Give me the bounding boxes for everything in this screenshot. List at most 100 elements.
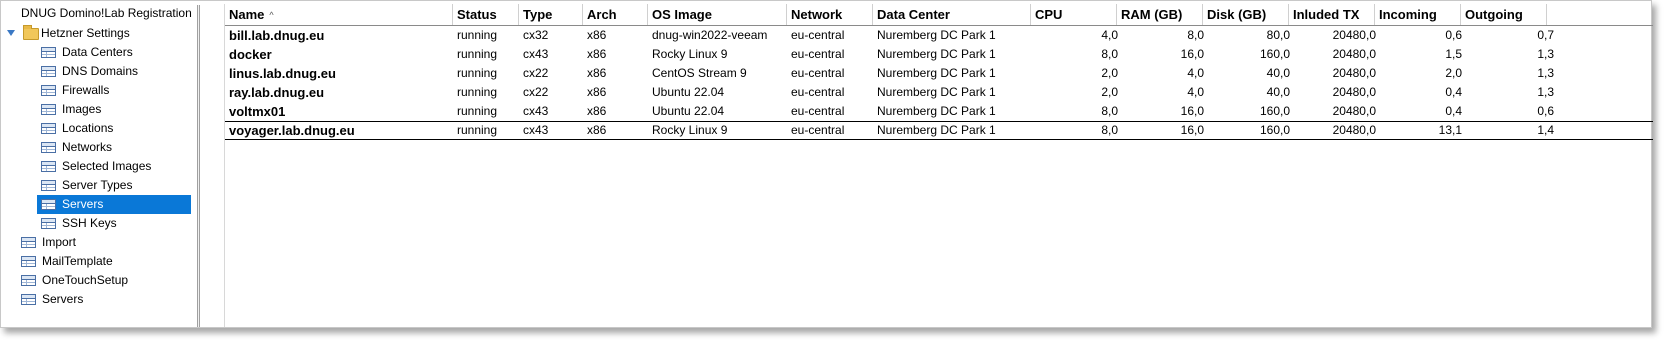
cell-included-tx: 20480,0 [1332,66,1376,80]
nav-label: Import [42,235,77,249]
view-icon [41,85,56,96]
table-row[interactable]: bill.lab.dnug.eu running cx32 x86 dnug-win20… [225,26,1653,45]
nav-label: Servers [62,197,104,211]
nav-label: Selected Images [62,159,152,173]
cell-data-center: Nuremberg DC Park 1 [877,85,996,99]
column-header-status[interactable]: Status [453,4,519,25]
cell-ram: 4,0 [1187,66,1204,80]
view-icon [21,256,36,267]
nav-label: OneTouchSetup [42,273,129,287]
column-header-arch[interactable]: Arch [583,4,648,25]
cell-cpu: 8,0 [1101,104,1118,118]
cell-ram: 4,0 [1187,85,1204,99]
cell-status: running [457,47,498,61]
cell-outgoing: 1,3 [1537,66,1554,80]
column-header-ram[interactable]: RAM (GB) [1117,4,1203,25]
nav-item-images[interactable]: Images [1,100,197,119]
nav-item-ssh-keys[interactable]: SSH Keys [1,214,197,233]
cell-disk: 160,0 [1259,104,1290,118]
column-header-cpu[interactable]: CPU [1031,4,1117,25]
cell-disk: 160,0 [1259,123,1290,137]
cell-network: eu-central [791,28,845,42]
cell-cpu: 8,0 [1101,47,1118,61]
cell-type: cx43 [523,123,549,137]
cell-arch: x86 [587,123,607,137]
cell-outgoing: 1,3 [1537,85,1554,99]
nav-item-selected-images[interactable]: Selected Images [1,157,197,176]
cell-included-tx: 20480,0 [1332,28,1376,42]
expand-arrow-icon[interactable] [7,30,15,36]
column-header-disk[interactable]: Disk (GB) [1203,4,1289,25]
cell-outgoing: 1,3 [1537,47,1554,61]
cell-status: running [457,85,498,99]
column-header-outgoing[interactable]: Outgoing [1461,4,1547,25]
cell-name: linus.lab.dnug.eu [229,66,336,81]
cell-data-center: Nuremberg DC Park 1 [877,28,996,42]
cell-data-center: Nuremberg DC Park 1 [877,47,996,61]
table-row[interactable]: docker running cx43 x86 Rocky Linux 9 eu-cent… [225,45,1653,64]
table-row[interactable]: voyager.lab.dnug.eu running cx43 x86 Rocky L… [225,121,1653,140]
nav-item-data-centers[interactable]: Data Centers [1,43,197,62]
row-selection-margin[interactable] [201,4,225,327]
nav-item-locations[interactable]: Locations [1,119,197,138]
nav-item-import[interactable]: Import [1,233,197,252]
servers-view: Name ^ Status Type Arch OS Image Network … [225,4,1653,327]
cell-status: running [457,123,498,137]
nav-item-firewalls[interactable]: Firewalls [1,81,197,100]
cell-cpu: 8,0 [1101,123,1118,137]
cell-name: voyager.lab.dnug.eu [229,123,355,138]
nav-item-networks[interactable]: Networks [1,138,197,157]
table-row[interactable]: ray.lab.dnug.eu running cx22 x86 Ubuntu 22.0… [225,83,1653,102]
nav-item-servers-root[interactable]: Servers [1,290,197,309]
cell-included-tx: 20480,0 [1332,85,1376,99]
table-row[interactable]: linus.lab.dnug.eu running cx22 x86 CentOS St… [225,64,1653,83]
cell-included-tx: 20480,0 [1332,104,1376,118]
cell-ram: 16,0 [1180,123,1204,137]
view-icon [41,142,56,153]
cell-name: docker [229,47,272,62]
column-header-network[interactable]: Network [787,4,873,25]
nav-item-servers-selected[interactable]: Servers [1,195,197,214]
nav-label: Data Centers [62,45,133,59]
cell-cpu: 2,0 [1101,66,1118,80]
cell-incoming: 0,6 [1445,28,1462,42]
folder-open-icon [23,25,39,40]
cell-ram: 8,0 [1187,28,1204,42]
sort-ascending-icon[interactable]: ^ [269,5,273,25]
cell-included-tx: 20480,0 [1332,123,1376,137]
column-header-type[interactable]: Type [519,4,583,25]
pane-splitter[interactable] [197,5,200,327]
cell-network: eu-central [791,104,845,118]
cell-outgoing: 0,7 [1537,28,1554,42]
view-icon [41,199,56,210]
nav-label: Networks [62,140,113,154]
nav-label: MailTemplate [42,254,113,268]
navigator-pane: DNUG Domino!Lab Registration Hetzner Set… [1,1,205,327]
cell-status: running [457,66,498,80]
view-icon [41,66,56,77]
cell-disk: 160,0 [1259,47,1290,61]
column-header-os-image[interactable]: OS Image [648,4,787,25]
column-header-name[interactable]: Name ^ [225,4,453,25]
selection-highlight [37,195,191,214]
nav-label: DNS Domains [62,64,139,78]
nav-label: Servers [42,292,84,306]
column-header-data-center[interactable]: Data Center [873,4,1031,25]
nav-item-dns-domains[interactable]: DNS Domains [1,62,197,81]
nav-item-onetouchsetup[interactable]: OneTouchSetup [1,271,197,290]
table-row[interactable]: voltmx01 running cx43 x86 Ubuntu 22.04 eu-cen… [225,102,1653,121]
nav-label: SSH Keys [62,216,117,230]
nav-item-server-types[interactable]: Server Types [1,176,197,195]
view-icon [41,123,56,134]
column-header-incoming[interactable]: Incoming [1375,4,1461,25]
database-title: DNUG Domino!Lab Registration [21,6,192,20]
cell-network: eu-central [791,123,845,137]
cell-status: running [457,28,498,42]
nav-item-mailtemplate[interactable]: MailTemplate [1,252,197,271]
nav-folder-hetzner-settings[interactable]: Hetzner Settings [1,24,197,43]
cell-type: cx22 [523,66,549,80]
cell-os-image: Ubuntu 22.04 [652,85,725,99]
cell-data-center: Nuremberg DC Park 1 [877,123,996,137]
column-header-included-tx[interactable]: Inluded TX [1289,4,1375,25]
cell-type: cx32 [523,28,549,42]
